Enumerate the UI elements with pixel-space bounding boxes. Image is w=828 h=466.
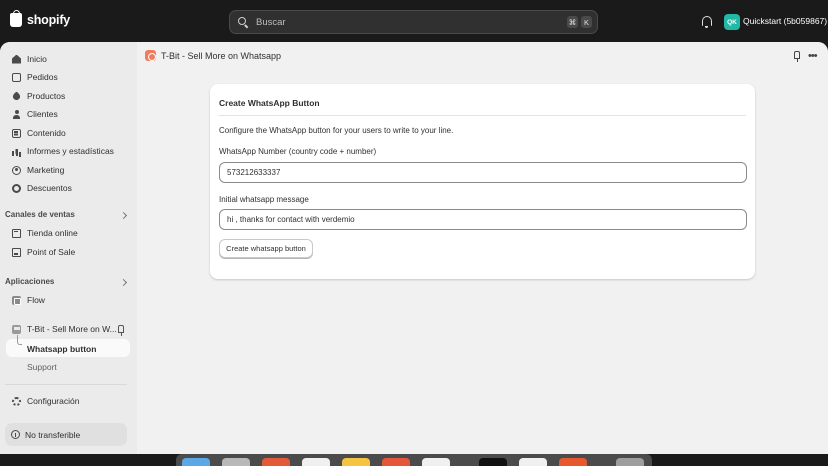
sidebar-item-label: Tienda online — [27, 228, 78, 238]
sidebar-item-tienda-online[interactable]: Tienda online — [12, 228, 78, 238]
pos-icon — [12, 247, 21, 257]
sidebar-item-label: T-Bit - Sell More on W... — [27, 324, 117, 334]
finder-icon[interactable] — [182, 458, 210, 466]
command-key-icon: ⌘ — [567, 16, 578, 28]
dock-app-icon[interactable] — [382, 458, 410, 466]
sidebar-divider — [5, 384, 127, 385]
admin-shell: Inicio Pedidos Productos Clientes Conten… — [0, 42, 828, 454]
sidebar-item-inicio[interactable]: Inicio — [12, 54, 47, 64]
home-icon — [12, 54, 21, 64]
sidebar-item-label: Configuración — [27, 396, 80, 406]
initial-message-input[interactable] — [219, 209, 747, 230]
launchpad-icon[interactable] — [222, 458, 250, 466]
sidebar-subitem-support[interactable]: Support — [27, 362, 57, 372]
store-avatar[interactable]: QK — [724, 14, 740, 30]
sidebar: Inicio Pedidos Productos Clientes Conten… — [0, 42, 137, 454]
search-bar[interactable]: ⌘ K — [229, 10, 598, 34]
non-transferable-label: No transferible — [25, 429, 81, 440]
card-divider — [219, 115, 746, 116]
content-icon — [12, 128, 21, 138]
sidebar-item-label: Informes y estadísticas — [27, 146, 114, 156]
sidebar-item-clientes[interactable]: Clientes — [12, 109, 58, 119]
notes-icon[interactable] — [342, 458, 370, 466]
shopify-logo[interactable]: shopify — [10, 10, 71, 27]
dock-app-icon[interactable] — [262, 458, 290, 466]
sidebar-item-configuracion[interactable]: Configuración — [12, 396, 79, 406]
sidebar-item-productos[interactable]: Productos — [11, 90, 66, 102]
dock-app-icon[interactable] — [422, 458, 450, 466]
chevron-right-icon[interactable] — [119, 278, 128, 287]
card-description: Configure the WhatsApp button for your u… — [219, 126, 454, 135]
sidebar-item-label: Marketing — [27, 165, 65, 175]
store-name[interactable]: Quickstart (5b059867) — [743, 16, 827, 26]
sidebar-item-label: Flow — [27, 295, 45, 305]
app-header: T-Bit - Sell More on Whatsapp — [145, 50, 281, 61]
sidebar-item-marketing[interactable]: Marketing — [12, 165, 64, 175]
flow-icon — [12, 295, 21, 305]
tbit-app-icon — [145, 50, 156, 61]
dock — [176, 454, 652, 466]
sidebar-subitem-whatsapp-button[interactable]: Whatsapp button — [27, 344, 96, 354]
target-icon — [12, 165, 21, 175]
sidebar-item-point-of-sale[interactable]: Point of Sale — [12, 247, 75, 257]
sidebar-item-label: Descuentos — [27, 183, 72, 193]
sidebar-item-informes[interactable]: Informes y estadísticas — [12, 146, 114, 156]
sidebar-item-label: Clientes — [27, 109, 58, 119]
store-icon — [12, 228, 21, 238]
sidebar-item-flow[interactable]: Flow — [12, 295, 45, 305]
k-key-icon: K — [581, 16, 592, 28]
pin-icon[interactable] — [118, 325, 124, 336]
sidebar-item-label: Pedidos — [27, 72, 58, 82]
shopify-admin-window: shopify ⌘ K QK Quickstart (5b059867) Ini… — [0, 0, 828, 466]
create-whatsapp-button[interactable]: Create whatsapp button — [219, 239, 313, 258]
topbar: shopify ⌘ K QK Quickstart (5b059867) — [0, 0, 828, 44]
settings-icon — [12, 396, 21, 406]
create-whatsapp-card: Create WhatsApp Button Configure the Wha… — [210, 84, 755, 279]
tag-icon — [11, 90, 22, 102]
chart-icon — [12, 147, 21, 156]
card-title: Create WhatsApp Button — [219, 98, 320, 108]
apps-heading: Aplicaciones — [5, 277, 55, 286]
app-icon — [12, 324, 21, 334]
person-icon — [12, 109, 21, 119]
whatsapp-number-input[interactable] — [219, 162, 747, 183]
dock-app-icon[interactable] — [616, 458, 644, 466]
sidebar-item-pedidos[interactable]: Pedidos — [12, 72, 58, 82]
page-title: T-Bit - Sell More on Whatsapp — [161, 50, 282, 61]
discount-icon — [12, 183, 21, 193]
sidebar-item-contenido[interactable]: Contenido — [12, 128, 66, 138]
non-transferable-badge[interactable]: No transferible — [5, 423, 127, 446]
logo-text: shopify — [27, 13, 71, 27]
sales-channels-heading: Canales de ventas — [5, 210, 75, 219]
search-input[interactable] — [256, 16, 556, 28]
sidebar-item-label: Point of Sale — [27, 247, 76, 257]
info-icon — [11, 430, 20, 439]
whatsapp-number-label: WhatsApp Number (country code + number) — [219, 147, 377, 156]
sidebar-item-label: Contenido — [27, 128, 66, 138]
dock-app-icon[interactable] — [519, 458, 547, 466]
dock-app-icon[interactable] — [302, 458, 330, 466]
pin-icon[interactable] — [794, 51, 800, 62]
main-content: T-Bit - Sell More on Whatsapp ••• Create… — [137, 42, 828, 454]
more-options-icon[interactable]: ••• — [808, 50, 818, 62]
orders-icon — [12, 72, 21, 82]
search-icon — [238, 16, 249, 28]
sidebar-item-label: Inicio — [27, 54, 47, 64]
tree-connector-icon — [17, 335, 22, 345]
sidebar-item-tbit-app[interactable]: T-Bit - Sell More on W... — [12, 324, 117, 334]
shopify-bag-icon — [10, 10, 22, 27]
terminal-icon[interactable] — [479, 458, 507, 466]
chevron-right-icon[interactable] — [119, 211, 128, 220]
bell-icon[interactable] — [702, 16, 712, 28]
dock-app-icon[interactable] — [559, 458, 587, 466]
sidebar-item-descuentos[interactable]: Descuentos — [12, 183, 72, 193]
initial-message-label: Initial whatsapp message — [219, 195, 309, 204]
sidebar-item-label: Productos — [27, 91, 66, 101]
